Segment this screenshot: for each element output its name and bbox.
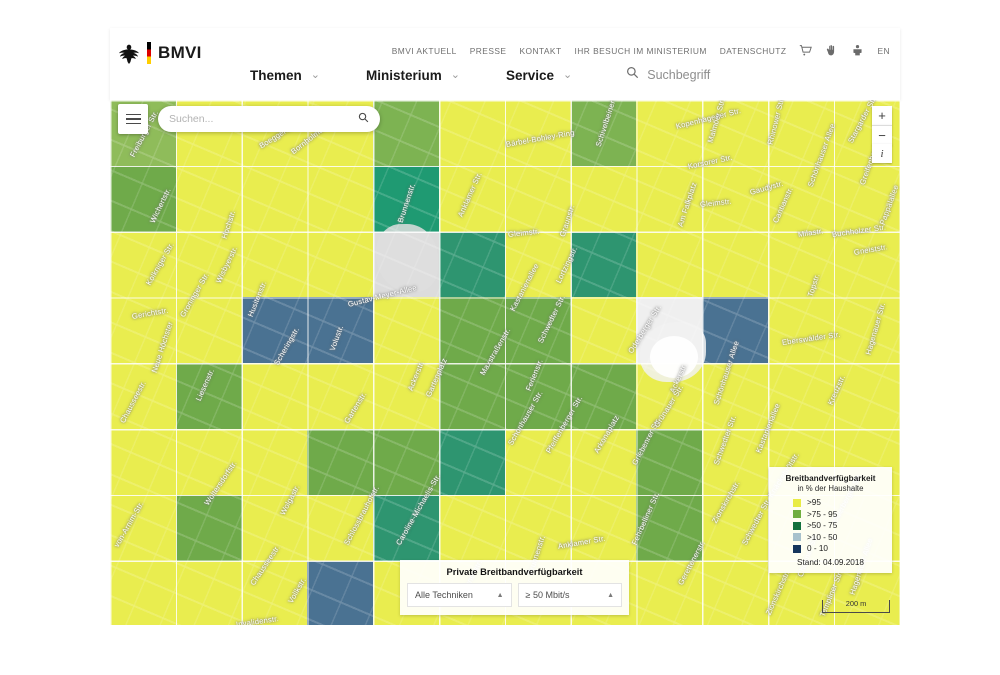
legend-entry-label: >75 - 95: [807, 509, 838, 519]
map-grid-cell[interactable]: [439, 231, 505, 298]
map-search-group: Suchen...: [118, 104, 380, 134]
scale-bar-label: 200 m: [845, 599, 867, 608]
broadband-map[interactable]: Freiburger Str. Boeggerstr. Bornholmer Str…: [110, 100, 900, 625]
legend-color-swatch: [793, 510, 801, 518]
utility-link-bmvi-aktuell[interactable]: BMVI AKTUELL: [392, 46, 457, 56]
chevron-down-icon: ⌄: [310, 68, 320, 81]
chevron-down-icon: ⌄: [563, 68, 573, 81]
legend-entry: >95: [793, 498, 884, 507]
legend-entry-label: >95: [807, 498, 821, 507]
map-info-button[interactable]: i: [872, 144, 892, 163]
nav-item-themen[interactable]: Themen ⌄: [250, 68, 320, 83]
legend-entry-label: 0 - 10: [807, 544, 828, 553]
nav-label-ministerium: Ministerium: [365, 67, 442, 83]
scale-bar-box: 200 m: [822, 599, 890, 613]
bundesadler-eagle-icon: [118, 41, 140, 65]
technology-select[interactable]: Alle Techniken ▲: [407, 583, 512, 607]
map-grid-cell[interactable]: [373, 100, 439, 166]
panel-title: Private Breitbandverfügbarkeit: [446, 567, 583, 577]
sign-language-icon[interactable]: [825, 44, 838, 57]
chevron-up-icon: ▲: [496, 591, 504, 599]
map-grid-cell[interactable]: [307, 429, 374, 495]
utility-link-kontakt[interactable]: KONTAKT: [519, 46, 561, 56]
zoom-out-button[interactable]: −: [872, 125, 892, 145]
site-header: BMVI BMVI AKTUELL PRESSE KONTAKT IHR BES…: [110, 28, 900, 100]
search-icon: [358, 112, 369, 126]
utility-link-presse[interactable]: PRESSE: [470, 46, 507, 56]
map-grid-cell[interactable]: [439, 363, 505, 429]
legend-color-swatch: [793, 521, 801, 530]
legend-color-swatch: [793, 544, 801, 553]
legend-subtitle: in % der Haushalte: [797, 484, 864, 493]
main-navigation: Themen ⌄ Ministerium ⌄ Service ⌄ Suchbeg…: [250, 66, 710, 84]
utility-link-datenschutz[interactable]: DATENSCHUTZ: [720, 46, 787, 56]
legend-entry: >50 - 75: [793, 521, 884, 530]
speed-select[interactable]: ≥ 50 Mbit/s ▲: [517, 583, 622, 607]
german-flag-bar-icon: [147, 42, 151, 64]
easy-language-icon[interactable]: [851, 44, 864, 57]
search-icon: [626, 66, 639, 84]
utility-link-besuch[interactable]: IHR BESUCH IM MINISTERIUM: [575, 46, 707, 56]
logo-group[interactable]: BMVI: [118, 41, 202, 65]
header-search-placeholder: Suchbegriff: [647, 68, 711, 82]
zoom-in-button[interactable]: +: [872, 106, 892, 125]
map-stadium-blob: [650, 336, 698, 378]
nav-label-themen: Themen: [250, 67, 302, 83]
legend-entry-label: >50 - 75: [807, 521, 838, 530]
zoom-controls: + −: [872, 106, 892, 145]
legend-entry-label: >10 - 50: [807, 532, 838, 542]
map-grid-cell[interactable]: [307, 560, 374, 625]
nav-item-service[interactable]: Service ⌄: [506, 68, 572, 83]
nav-item-ministerium[interactable]: Ministerium ⌄: [366, 68, 460, 83]
legend-entry: >10 - 50: [793, 533, 884, 542]
cart-icon[interactable]: [799, 44, 813, 57]
header-search[interactable]: Suchbegriff: [626, 66, 710, 84]
hamburger-menu-icon[interactable]: [118, 104, 148, 134]
map-search-placeholder: Suchen...: [169, 113, 214, 125]
legend-title: Breitbandverfügbarkeit: [785, 473, 876, 483]
legend-stand-date: Stand: 04.09.2018: [797, 558, 864, 567]
page-root: BMVI BMVI AKTUELL PRESSE KONTAKT IHR BES…: [0, 0, 1000, 675]
legend-entry: >75 - 95: [793, 510, 884, 519]
legend-entries: >95 >75 - 95 >50 - 75 >10 - 50 0 - 10: [777, 498, 884, 553]
utility-nav: BMVI AKTUELL PRESSE KONTAKT IHR BESUCH I…: [392, 44, 890, 57]
map-grid-cell[interactable]: [570, 165, 637, 232]
legend-entry: 0 - 10: [793, 544, 884, 553]
map-grid-cell[interactable]: [570, 231, 637, 298]
nav-label-service: Service: [505, 67, 555, 83]
map-scale-bar: 200 m: [822, 599, 890, 613]
panel-selects: Alle Techniken ▲ ≥ 50 Mbit/s ▲: [407, 583, 622, 607]
legend-color-swatch: [793, 498, 801, 507]
speed-select-value: ≥ 50 Mbit/s: [525, 590, 570, 600]
chevron-down-icon: ⌄: [450, 68, 460, 81]
technology-select-value: Alle Techniken: [415, 590, 473, 600]
map-filter-panel: Private Breitbandverfügbarkeit Alle Tech…: [400, 560, 629, 615]
map-legend: Breitbandverfügbarkeit in % der Haushalt…: [769, 466, 892, 573]
brand-title: BMVI: [158, 43, 202, 62]
map-search-input[interactable]: Suchen...: [158, 106, 380, 132]
language-switch-en[interactable]: EN: [877, 46, 890, 56]
legend-color-swatch: [793, 533, 801, 541]
map-grid-cell[interactable]: [439, 429, 505, 495]
chevron-up-icon: ▲: [607, 591, 614, 599]
